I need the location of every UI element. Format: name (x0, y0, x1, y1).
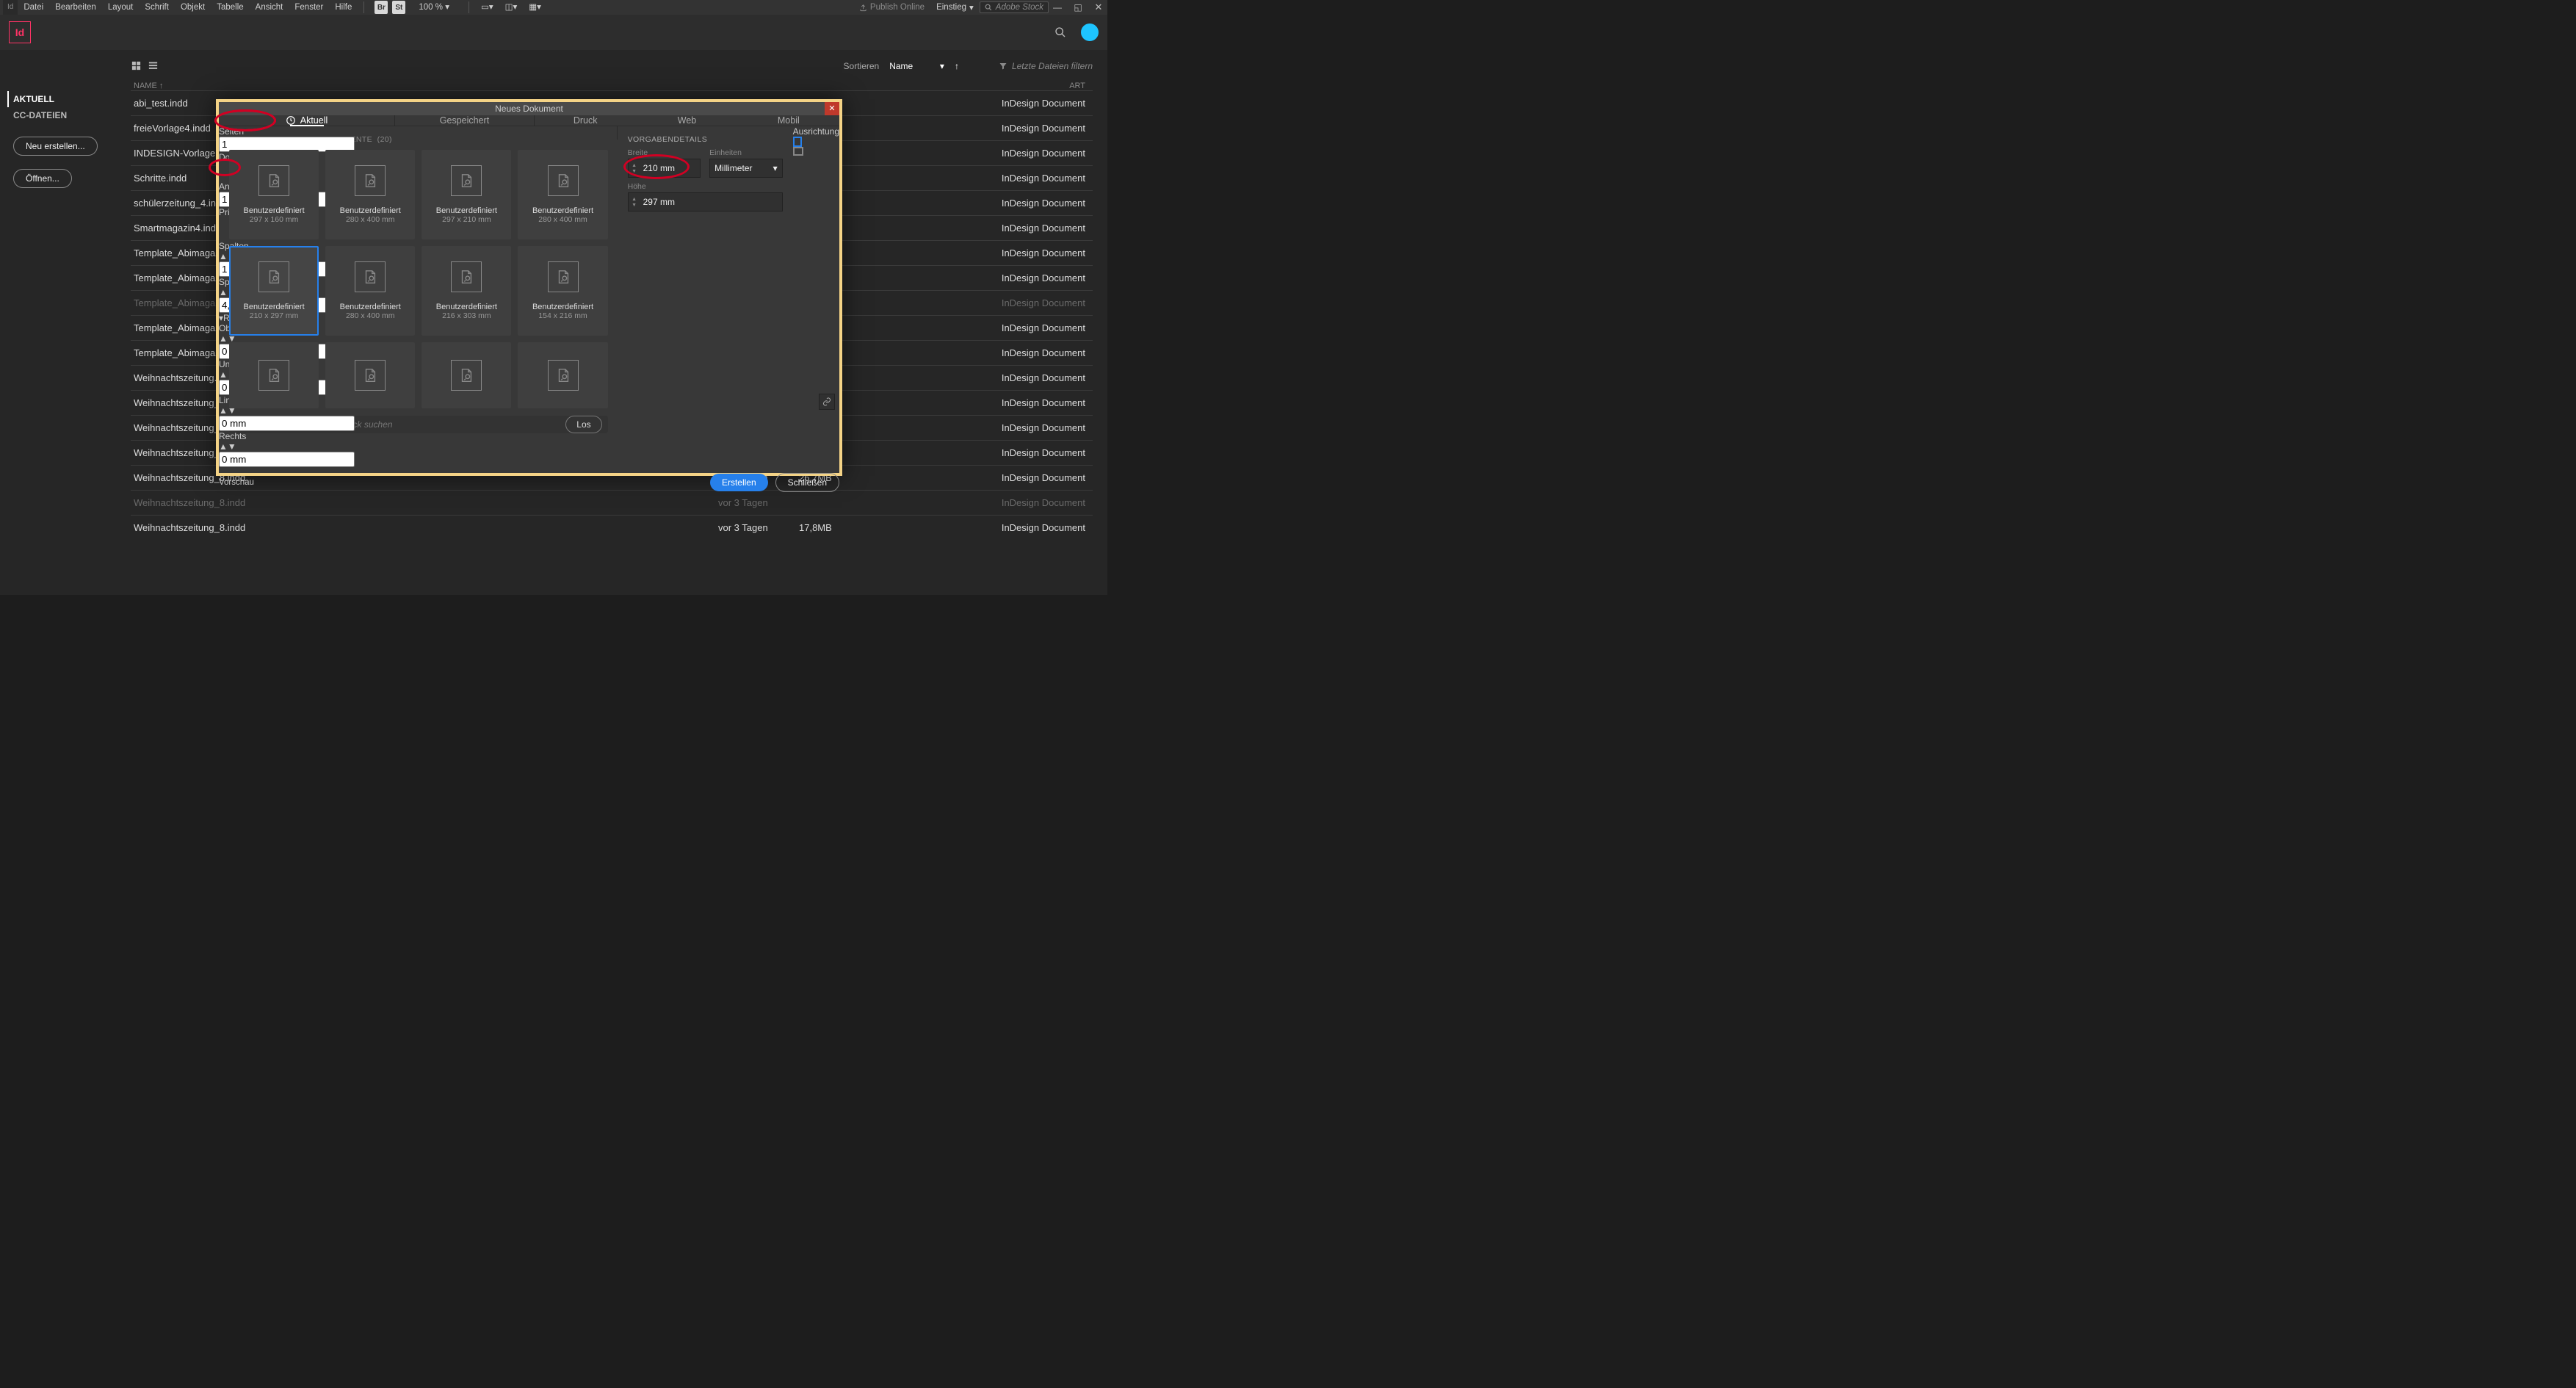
filter-input[interactable]: Letzte Dateien filtern (999, 61, 1093, 71)
dialog-close-icon[interactable]: ✕ (825, 102, 839, 115)
menu-objekt[interactable]: Objekt (175, 0, 211, 15)
rechts-label: Rechts (219, 431, 839, 441)
tab-mobil[interactable]: Mobil (738, 115, 839, 126)
preset-tile[interactable]: Benutzerdefiniert154 x 216 mm (518, 246, 607, 336)
menu-ansicht[interactable]: Ansicht (250, 0, 289, 15)
stock-icon[interactable]: St (392, 1, 405, 14)
window-maximize-icon[interactable]: ◱ (1069, 2, 1087, 12)
link-margins-icon[interactable] (819, 394, 835, 410)
tab-gespeichert[interactable]: Gespeichert (395, 115, 535, 126)
preset-tile[interactable] (229, 342, 319, 408)
sort-dropdown[interactable]: Name ▾ (889, 61, 944, 71)
list-view-icon[interactable] (148, 60, 159, 71)
nav-aktuell[interactable]: AKTUELL (7, 91, 122, 107)
einheiten-label: Einheiten (709, 148, 783, 157)
zoom-level[interactable]: 100 % ▾ (413, 0, 455, 15)
breite-label: Breite (628, 148, 701, 157)
tab-web[interactable]: Web (636, 115, 737, 126)
workspace-switcher[interactable]: Einstieg▾ (930, 2, 980, 12)
menu-tabelle[interactable]: Tabelle (211, 0, 249, 15)
dialog-titlebar: Neues Dokument ✕ (219, 102, 839, 115)
new-document-dialog: Neues Dokument ✕ Aktuell Gespeichert Dru… (216, 99, 842, 476)
erstellen-button[interactable]: Erstellen (710, 474, 768, 491)
vorschau-checkbox[interactable]: Vorschau (219, 478, 254, 487)
file-row[interactable]: Weihnachtszeitung_8.inddvor 3 Tagen17,8M… (131, 515, 1093, 540)
menu-datei[interactable]: Datei (18, 0, 49, 15)
menu-fenster[interactable]: Fenster (289, 0, 329, 15)
publish-online-button[interactable]: Publish Online (853, 0, 930, 15)
hoehe-input[interactable]: ▲▼ (628, 192, 783, 212)
preset-tile[interactable]: Benutzerdefiniert210 x 297 mm (229, 246, 319, 336)
user-avatar[interactable] (1081, 24, 1099, 41)
rechts-input[interactable]: ▲▼ (219, 441, 839, 467)
preset-tile[interactable]: Benutzerdefiniert216 x 303 mm (422, 246, 511, 336)
schliessen-button[interactable]: Schließen (775, 473, 839, 492)
preset-tile[interactable]: Benutzerdefiniert280 x 400 mm (325, 246, 415, 336)
screen-mode-icon[interactable]: ◫▾ (499, 0, 524, 15)
preset-tile[interactable] (422, 342, 511, 408)
grid-view-icon[interactable] (131, 60, 142, 71)
arrange-icon[interactable]: ▦▾ (523, 0, 547, 15)
bridge-icon[interactable]: Br (375, 1, 388, 14)
app-menubar: Id Datei Bearbeiten Layout Schrift Objek… (0, 0, 1107, 15)
app-badge: Id (3, 0, 18, 15)
sort-label: Sortieren (844, 61, 880, 71)
window-close-icon[interactable]: ✕ (1090, 1, 1107, 13)
search-icon[interactable] (1054, 26, 1066, 38)
file-row[interactable]: Weihnachtszeitung_8.inddvor 3 TagenInDes… (131, 490, 1093, 515)
hoehe-label: Höhe (628, 182, 783, 191)
tab-druck[interactable]: Druck (535, 115, 636, 126)
view-options-icon[interactable]: ▭▾ (475, 0, 499, 15)
menu-hilfe[interactable]: Hilfe (329, 0, 358, 15)
menu-layout[interactable]: Layout (102, 0, 140, 15)
menu-schrift[interactable]: Schrift (139, 0, 175, 15)
indesign-logo-icon: Id (9, 21, 31, 43)
window-minimize-icon[interactable]: — (1049, 2, 1066, 12)
sort-direction-icon[interactable]: ↑ (955, 61, 959, 71)
col-name[interactable]: NAME ↑ (131, 82, 718, 90)
dialog-title: Neues Dokument (495, 104, 563, 114)
col-type[interactable]: ART (872, 82, 1085, 90)
new-button[interactable]: Neu erstellen... (13, 137, 98, 156)
links-input[interactable]: ▲▼ (219, 405, 839, 431)
preset-tile[interactable] (518, 342, 607, 408)
menu-bearbeiten[interactable]: Bearbeiten (49, 0, 102, 15)
adobe-stock-search[interactable]: Adobe Stock (980, 1, 1049, 13)
nav-cc-dateien[interactable]: CC-DATEIEN (13, 107, 122, 123)
open-button[interactable]: Öffnen... (13, 169, 72, 188)
app-bar: Id (0, 15, 1107, 50)
tab-aktuell[interactable]: Aktuell (219, 115, 395, 126)
details-header: VORGABENDETAILS (628, 135, 783, 144)
preset-tile[interactable] (325, 342, 415, 408)
